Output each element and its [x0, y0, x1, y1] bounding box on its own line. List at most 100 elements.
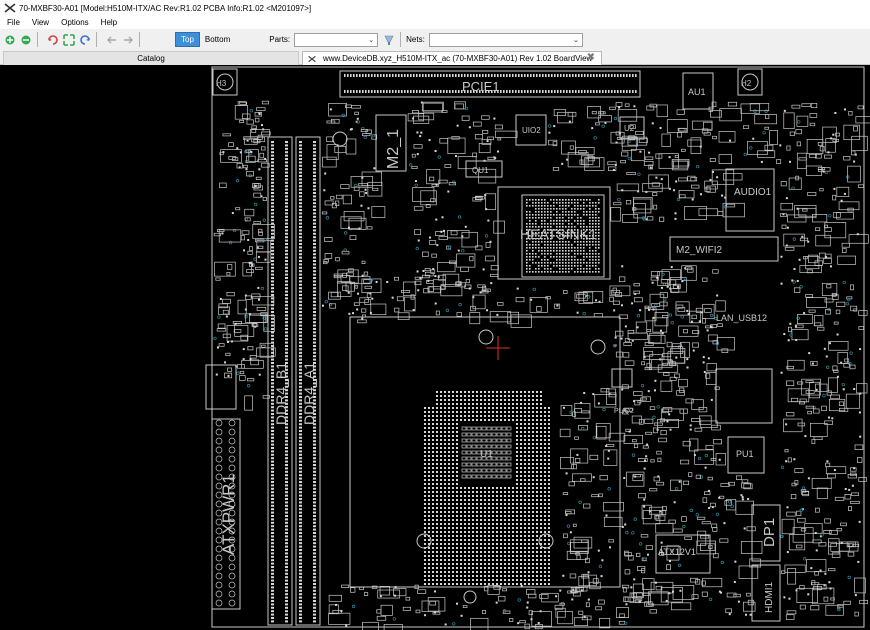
cpu-pad — [536, 579, 538, 581]
smd-component — [429, 600, 436, 606]
smd-pad — [597, 402, 600, 405]
dimm-pin — [299, 158, 302, 160]
cpu-pad — [532, 479, 534, 481]
smd-component — [857, 105, 864, 110]
ic-package — [836, 212, 854, 220]
smd-pad — [440, 230, 443, 233]
cpu-pad — [524, 507, 526, 509]
pcie-pin — [449, 90, 451, 93]
tab-boardview[interactable]: www.DeviceDB.xyz_H510M-ITX_ac (70-MXBF30… — [302, 51, 602, 65]
cpu-pad — [536, 399, 538, 401]
cpu-pad — [496, 579, 498, 581]
cpu-pad — [464, 495, 466, 497]
zoom-out-button[interactable] — [19, 33, 32, 46]
via — [617, 197, 621, 202]
smd-pad — [591, 127, 594, 130]
cpu-pad — [512, 579, 514, 581]
cpu-pad — [428, 567, 430, 569]
label-heatsink1: HEATSINK1 — [520, 226, 597, 242]
cpu-pad — [472, 503, 474, 505]
fit-view-button[interactable] — [62, 33, 75, 46]
close-icon[interactable]: ✖ — [587, 52, 595, 63]
cpu-pad — [468, 567, 470, 569]
smd-component — [834, 132, 840, 137]
chip-pliq2[interactable] — [611, 368, 633, 388]
tab-catalog[interactable]: Catalog — [3, 51, 299, 65]
cpu-pad — [452, 487, 454, 489]
cpu-center-pad — [466, 450, 472, 455]
smd-pad — [361, 317, 364, 320]
smd-pad — [668, 413, 671, 416]
cpu-pad — [548, 487, 550, 489]
cpu-pad — [424, 451, 426, 453]
board-viewport[interactable]: PCIE1 AU1 H2 H3 M2_1 UIO2 U2 QU1 AUDIO1 … — [0, 65, 870, 630]
cpu-pad — [484, 515, 486, 517]
nets-combobox[interactable]: ⌄ — [428, 32, 583, 47]
via — [696, 165, 700, 169]
menu-help[interactable]: Help — [96, 18, 122, 27]
audio-jack[interactable] — [725, 168, 775, 232]
cpu-pad — [456, 427, 458, 429]
cpu-pad — [436, 543, 438, 545]
parts-combobox[interactable]: ⌄ — [294, 32, 379, 47]
cpu-pad — [528, 499, 530, 501]
cpu-pad — [440, 487, 442, 489]
pcie-pin — [419, 74, 421, 77]
zoom-in-button[interactable] — [3, 33, 16, 46]
cpu-pad — [480, 487, 482, 489]
dimm-pin — [299, 270, 302, 273]
back-button[interactable] — [105, 33, 118, 46]
forward-button[interactable] — [121, 33, 134, 46]
smd-pad — [810, 567, 813, 570]
cpu-pad — [448, 539, 450, 541]
smd-pad — [559, 589, 562, 592]
ic-package — [617, 109, 638, 122]
cpu-pad — [504, 583, 506, 585]
menu-view[interactable]: View — [27, 18, 54, 27]
smd-pad — [796, 279, 799, 282]
cpu-pad — [460, 487, 462, 489]
cpu-pad — [456, 431, 458, 433]
rotate-left-button[interactable] — [46, 33, 59, 46]
pcie-pin — [410, 90, 412, 93]
menu-options[interactable]: Options — [56, 18, 94, 27]
smd-component — [215, 277, 221, 281]
bottom-side-button[interactable]: Bottom — [200, 33, 235, 46]
dimm-pin — [271, 188, 274, 191]
smd-component — [657, 457, 662, 463]
chipset-pad — [526, 244, 528, 246]
smd-component — [233, 329, 242, 333]
chipset-pad — [583, 262, 585, 264]
via — [461, 249, 465, 253]
cpu-pad — [444, 519, 446, 521]
dimm-pin — [285, 559, 288, 562]
smd-component — [832, 194, 837, 201]
pcb-board-canvas[interactable]: PCIE1 AU1 H2 H3 M2_1 UIO2 U2 QU1 AUDIO1 … — [0, 65, 870, 630]
pcie-pin — [563, 74, 565, 77]
rotate-right-button[interactable] — [78, 33, 91, 46]
top-side-button[interactable]: Top — [175, 32, 200, 47]
smd-pad — [747, 497, 750, 500]
chipset-pad — [568, 214, 570, 216]
dimm-pin — [285, 518, 288, 521]
ic-package — [656, 104, 668, 118]
cpu-pad — [484, 547, 486, 549]
cpu-pad — [544, 475, 546, 477]
lan-block[interactable] — [715, 368, 773, 424]
smd-component — [649, 406, 656, 410]
dimm-pin — [285, 334, 288, 337]
cpu-pad — [536, 451, 538, 453]
smd-component — [469, 256, 474, 262]
cpu-pad — [504, 555, 506, 557]
menu-file[interactable]: File — [2, 18, 25, 27]
dimm-pin — [271, 528, 274, 531]
dimm-pin — [299, 141, 302, 143]
cpu-pad — [440, 467, 442, 469]
clear-parts-button[interactable] — [382, 33, 395, 46]
chipset-pad — [586, 253, 588, 255]
dimm-pin — [285, 222, 288, 225]
chipset-pad — [562, 268, 564, 270]
dimm-pin — [299, 572, 302, 575]
cpu-pad — [448, 555, 450, 557]
chipset-pad — [577, 271, 579, 273]
